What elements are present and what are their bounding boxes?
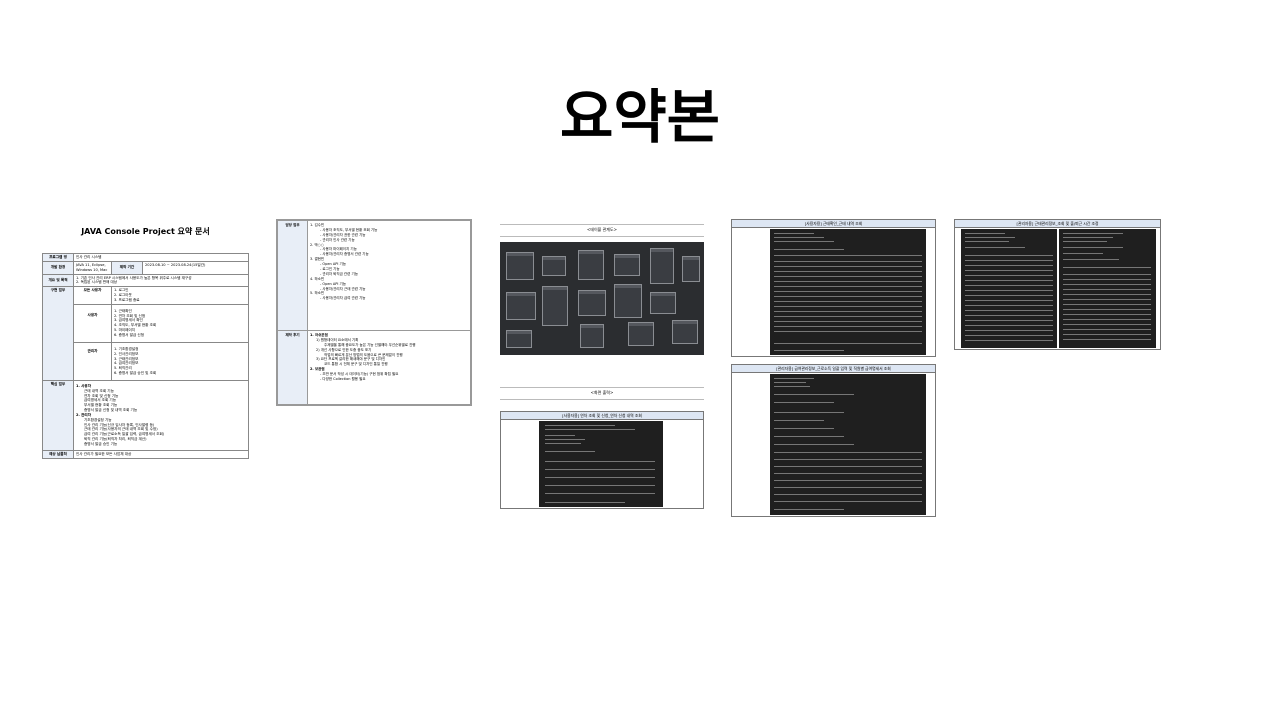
erd-table <box>672 320 698 344</box>
impl-group-items: 1. 근태확인 2. 연차 조회 및 신청 3. 급여명세서 확인 4. 조직도… <box>111 303 249 343</box>
window-title: [사용자용] 근태확인_근태 내역 조회 <box>732 220 935 228</box>
role-lines: 1. 김수민 - 사용자 조직도, 부서별 현황 조회 기능 - 사용자/관리자… <box>307 220 471 331</box>
list-item: 3. 프로그램 종료 <box>114 297 140 302</box>
erd-table <box>614 254 640 276</box>
console-output <box>770 229 926 355</box>
erd-table <box>650 292 676 314</box>
review-label: 제작 후기 <box>277 330 308 405</box>
window-title: [관리자용] 근태관리정보_조회 및 출/퇴근 시간 조정 <box>955 220 1160 228</box>
list-item: 6. 증명서 발급 신청 <box>114 332 144 337</box>
program-name-label: 프로그램 명 <box>42 253 74 262</box>
list-item: - 다양한 Collection 활용 필요 <box>320 377 366 382</box>
summary-document-thumbnail: JAVA Console Project 요약 문서 프로그램 명 인사 관리 … <box>42 218 249 518</box>
roles-document-thumbnail: 담당 업무 1. 김수민 - 사용자 조직도, 부서별 현황 조회 기능 - 사… <box>276 219 472 406</box>
screenshot-window: [관리자용] 급여관리정보_근로소득 일괄 입력 및 직원별 급여명세서 조회 <box>731 364 936 517</box>
screenshot-window: [관리자용] 근태관리정보_조회 및 출/퇴근 시간 조정 <box>954 219 1161 350</box>
console-output <box>539 421 663 507</box>
erd-table <box>614 284 642 318</box>
review-lines: 1. 아쉬운점 1) 원형데이터 요소에서 기획 주제별을 통해 중요도가 높은… <box>307 330 471 405</box>
list-item: 6. 증명서 발급 승인 및 조회 <box>114 371 157 376</box>
erd-table <box>542 256 566 276</box>
core-value: 1. 사용자 근태 내역 조회 기능 연차 조회 및 신청 기능 급여명세서 조… <box>73 379 249 451</box>
erd-table <box>506 330 532 348</box>
overview-label: 개요 및 목적 <box>42 273 74 288</box>
target-label: 예상 납품처 <box>42 449 74 459</box>
impl-group-items: 1. 로그인 2. 로그아웃 3. 프로그램 종료 <box>111 286 249 305</box>
slide-title: 요약본 <box>559 83 721 151</box>
summary-table: 프로그램 명 인사 관리 시스템 개발 환경 JAVA 11, Eclipse,… <box>42 253 249 459</box>
divider <box>500 224 704 225</box>
erd-table <box>542 286 568 326</box>
erd-table <box>580 324 604 348</box>
screenshot-window: [사용자용] 연차 조회 및 신청_연차 신청 내역 조회 <box>500 411 704 509</box>
core-label: 핵심 업무 <box>42 379 74 451</box>
erd-table <box>506 292 536 320</box>
impl-group-name: 사용자 <box>73 303 112 343</box>
impl-group-name: 모든 사용자 <box>73 286 112 305</box>
divider <box>500 236 704 237</box>
overview-line: 2. 독립된 시스템 판매 대상 <box>76 280 118 285</box>
impl-label: 구현 업무 <box>42 286 74 381</box>
role-label: 담당 업무 <box>277 220 308 331</box>
list-item: - 사용자/관리자 급여 관련 기능 <box>320 296 366 301</box>
list-item: 증명서 발급 승인 기능 <box>84 442 118 446</box>
overview-value: 1. 기존 인사 관리 ERP 시스템에서 사용도가 높은 항목 위주로 시스템… <box>73 273 249 288</box>
erd-table <box>628 322 654 346</box>
roles-table: 담당 업무 1. 김수민 - 사용자 조직도, 부서별 현황 조회 기능 - 사… <box>277 220 471 405</box>
screens-caption: <화면 출력> <box>590 390 614 395</box>
window-title: [관리자용] 급여관리정보_근로소득 일괄 입력 및 직원별 급여명세서 조회 <box>732 365 935 373</box>
erd-table <box>506 252 534 280</box>
screenshot-window: [사용자용] 근태확인_근태 내역 조회 <box>731 219 936 357</box>
erd-table <box>682 256 700 282</box>
erd-caption: <테이블 관계도> <box>586 227 618 232</box>
erd-table <box>578 290 606 316</box>
summary-document-title: JAVA Console Project 요약 문서 <box>81 227 210 236</box>
program-name-value: 인사 관리 시스템 <box>73 253 249 262</box>
console-output <box>1059 229 1156 348</box>
console-output <box>961 229 1057 348</box>
erd-table <box>578 250 604 280</box>
divider <box>500 399 704 400</box>
period-label: 제작 기간 <box>111 260 143 275</box>
impl-group-items: 1. 기초환경설정 2. 인사관리정보 3. 근태관리정보 4. 급여관리정보 … <box>111 341 249 381</box>
dev-env-label: 개발 환경 <box>42 260 74 275</box>
console-output <box>770 374 926 515</box>
impl-group-name: 관리자 <box>73 341 112 381</box>
divider <box>500 387 704 388</box>
erd-table <box>650 248 674 284</box>
target-value: 인사 관리가 필요한 모든 사업체 대상 <box>73 449 249 459</box>
erd-diagram <box>500 242 704 355</box>
period-value: 2023.08.10 ~ 2023.08.24(15일간) <box>142 260 249 275</box>
dev-env-value: JAVA 11, Eclipse, Windows 10, Mac <box>73 260 112 275</box>
window-title: [사용자용] 연차 조회 및 신청_연차 신청 내역 조회 <box>501 412 703 420</box>
